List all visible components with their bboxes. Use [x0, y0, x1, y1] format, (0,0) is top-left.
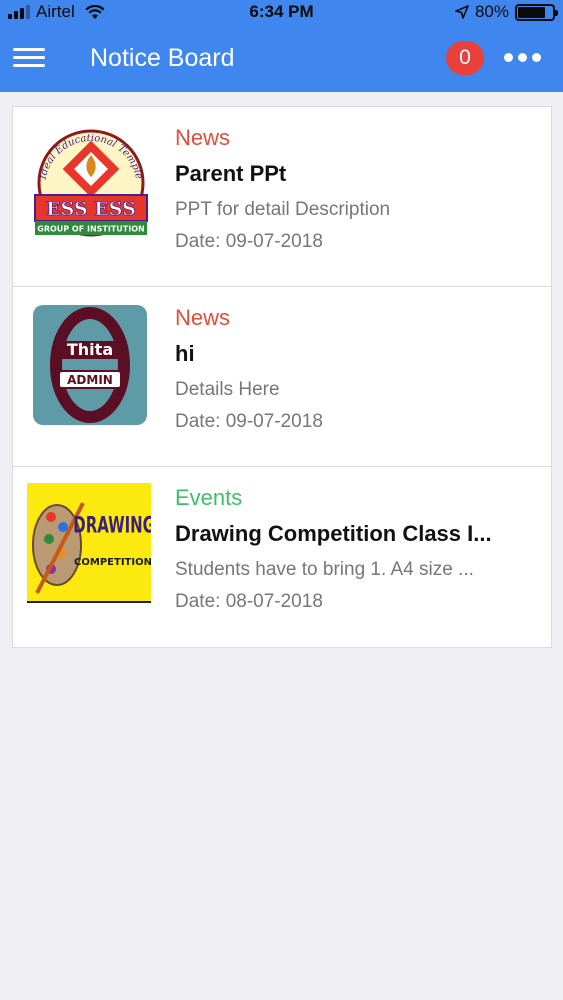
notice-description: Students have to bring 1. A4 size ...	[175, 559, 474, 580]
svg-text:GROUP OF INSTITUTION: GROUP OF INSTITUTION	[37, 225, 144, 234]
notice-card[interactable]: Thita ADMIN News hi Details Here Date: 0…	[13, 287, 551, 467]
svg-text:DRAWING: DRAWING	[73, 512, 151, 538]
page-title: Notice Board	[90, 44, 235, 72]
notice-text: Events Drawing Competition Class I... St…	[175, 485, 535, 613]
notice-date: Date: 09-07-2018	[175, 411, 323, 432]
notice-card[interactable]: DRAWING COMPETITION Events Drawing Compe…	[13, 467, 551, 647]
location-arrow-icon	[455, 5, 469, 19]
notice-title: Parent PPt	[175, 161, 287, 186]
notice-category: News	[175, 125, 231, 150]
notice-date: Date: 08-07-2018	[175, 591, 323, 612]
notice-text: News hi Details Here Date: 09-07-2018	[175, 305, 535, 433]
notice-title: Drawing Competition Class I...	[175, 521, 492, 546]
notification-badge[interactable]: 0	[446, 41, 484, 75]
app-bar: Notice Board 0	[0, 24, 563, 92]
hamburger-menu-icon[interactable]	[13, 46, 45, 70]
notice-text: News Parent PPt PPT for detail Descripti…	[175, 125, 535, 253]
notice-list: Ideal Educational Temple ESS ESS GROUP O…	[12, 106, 552, 648]
drawing-competition-image: DRAWING COMPETITION	[27, 483, 151, 603]
more-horizontal-icon[interactable]	[504, 53, 541, 62]
svg-text:ESS ESS: ESS ESS	[46, 198, 136, 220]
battery-fill	[518, 6, 546, 18]
notice-title: hi	[175, 341, 195, 366]
notice-description: PPT for detail Description	[175, 199, 391, 220]
svg-text:COMPETITION: COMPETITION	[74, 557, 151, 568]
notice-description: Details Here	[175, 379, 280, 400]
battery-percent: 80%	[474, 2, 509, 21]
status-bar: Airtel 6:34 PM 80%	[0, 0, 563, 24]
svg-text:ADMIN: ADMIN	[67, 373, 113, 387]
svg-text:Thita: Thita	[67, 340, 113, 359]
notice-category: News	[175, 305, 231, 330]
ess-ess-logo: Ideal Educational Temple ESS ESS GROUP O…	[34, 129, 148, 237]
battery-icon	[515, 3, 558, 21]
notice-date: Date: 09-07-2018	[175, 231, 323, 252]
status-right: 80%	[455, 2, 558, 22]
thita-admin-logo: Thita ADMIN	[33, 305, 147, 425]
notice-card[interactable]: Ideal Educational Temple ESS ESS GROUP O…	[13, 107, 551, 287]
notice-category: Events	[175, 485, 243, 510]
